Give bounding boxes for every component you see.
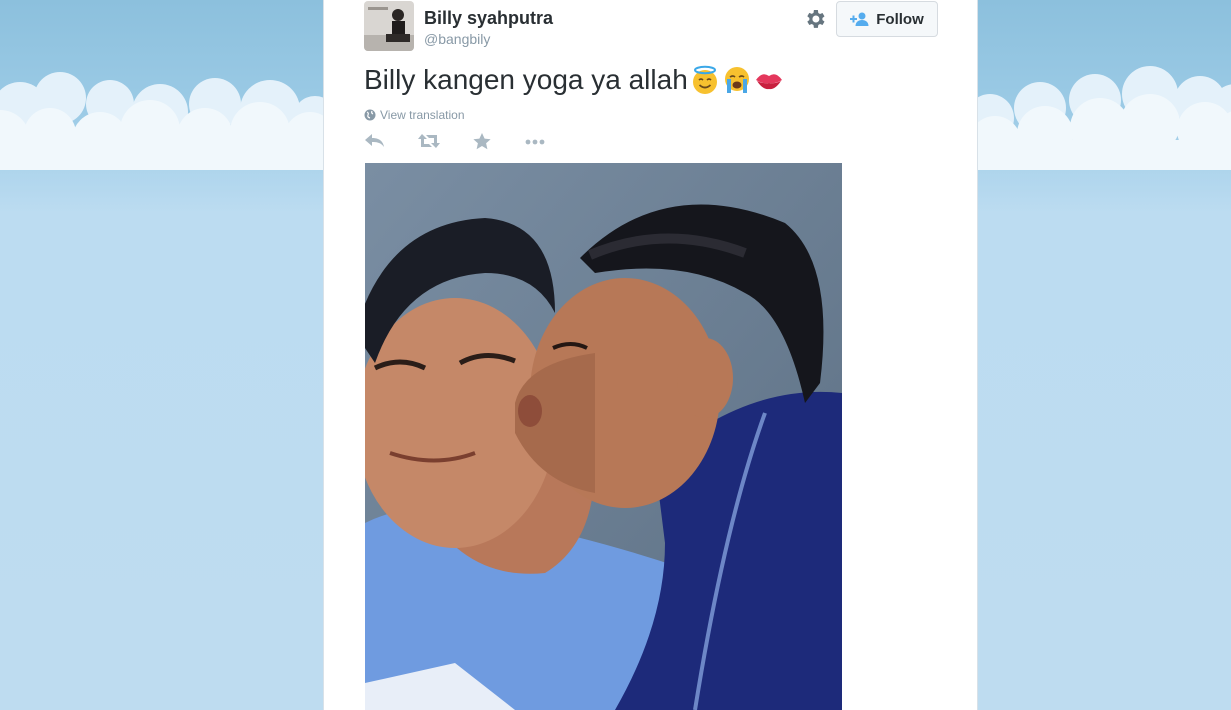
user-handle[interactable]: @bangbily bbox=[424, 31, 490, 47]
follow-button[interactable]: Follow bbox=[836, 1, 938, 37]
tweet-text-row: Billy kangen yoga ya allah bbox=[364, 64, 784, 96]
follow-label: Follow bbox=[876, 10, 924, 28]
globe-icon bbox=[364, 109, 376, 121]
reply-icon[interactable] bbox=[364, 132, 388, 154]
favorite-icon[interactable] bbox=[472, 132, 496, 154]
avatar[interactable] bbox=[364, 1, 414, 51]
retweet-icon[interactable] bbox=[417, 132, 441, 154]
tweet-card: Billy syahputra @bangbily Follow Billy k… bbox=[323, 0, 978, 710]
gear-icon[interactable] bbox=[803, 7, 827, 31]
tweet-photo[interactable] bbox=[365, 163, 842, 710]
view-translation-label: View translation bbox=[380, 108, 465, 122]
tweet-text: Billy kangen yoga ya allah bbox=[364, 64, 688, 95]
display-name[interactable]: Billy syahputra bbox=[424, 8, 553, 29]
smiling-face-with-halo-icon bbox=[692, 65, 717, 94]
loudly-crying-face-icon bbox=[724, 67, 749, 93]
view-translation-link[interactable]: View translation bbox=[364, 108, 465, 122]
kiss-mark-icon bbox=[755, 74, 782, 90]
more-icon[interactable] bbox=[524, 132, 548, 154]
add-user-icon bbox=[850, 12, 869, 26]
